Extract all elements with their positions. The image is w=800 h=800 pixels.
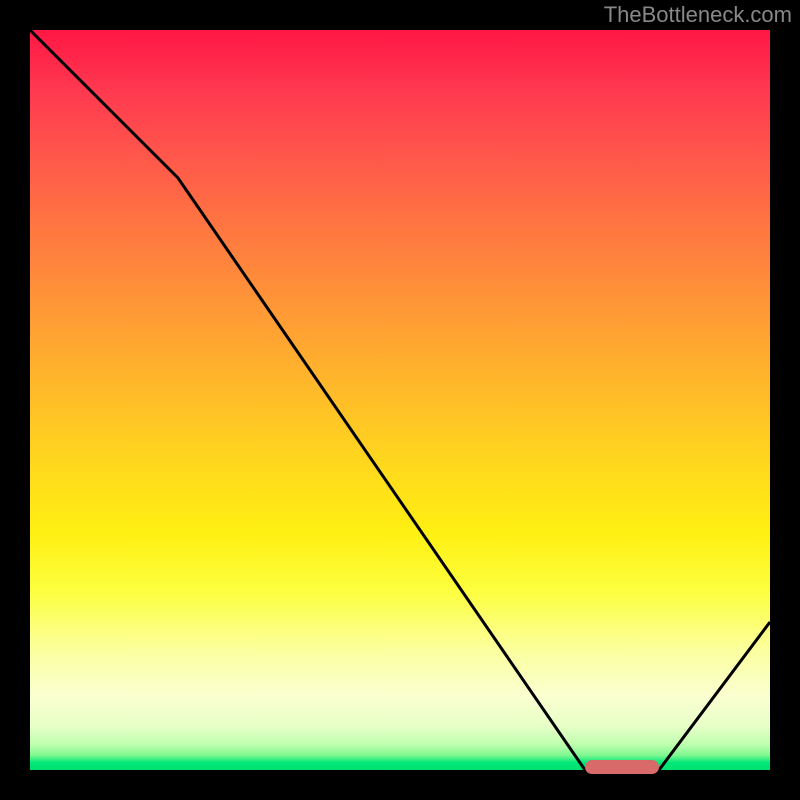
chart-container: TheBottleneck.com [0,0,800,800]
optimal-range-marker [585,760,659,774]
watermark-text: TheBottleneck.com [604,2,792,28]
plot-area [30,30,770,770]
line-curve [30,30,770,770]
